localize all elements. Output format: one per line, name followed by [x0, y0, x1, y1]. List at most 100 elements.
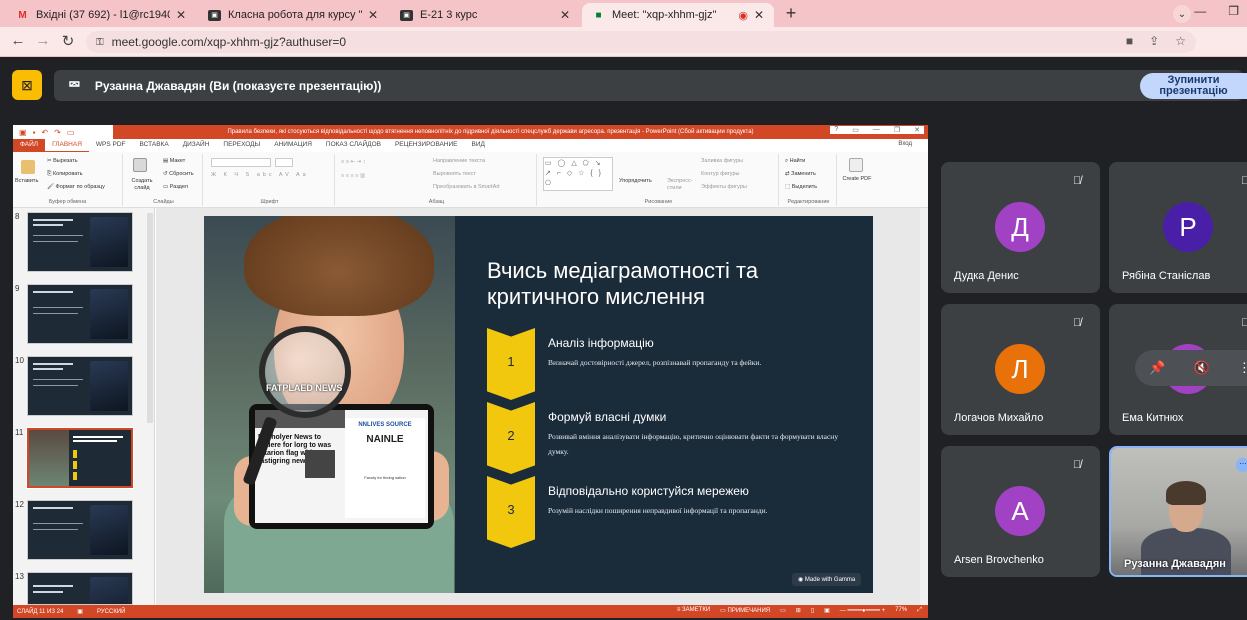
layout-button[interactable]: ▤ Макет [163, 158, 185, 164]
sorter-view-icon[interactable]: ⊞ [796, 607, 801, 614]
save-icon[interactable]: ▪ [33, 128, 36, 137]
tab-transitions[interactable]: ПЕРЕХОДЫ [216, 139, 267, 152]
slide-thumbnail[interactable] [27, 572, 133, 605]
participant-tile[interactable]: 🎙̸ Р Рябіна Станіслав [1109, 162, 1247, 293]
url-input[interactable]: ⚿ meet.google.com/xqp-xhhm-gjz?authuser=… [86, 31, 1196, 53]
smartart-button[interactable]: Преобразовать в SmartArt [433, 184, 500, 190]
more-options-icon[interactable]: ⋮ [1238, 360, 1247, 376]
create-pdf-button[interactable]: Create PDF [841, 176, 873, 183]
participant-tile[interactable]: 🎙̸ Д Дудка Денис [941, 162, 1100, 293]
login-link[interactable]: Вход [898, 141, 912, 147]
more-icon[interactable]: ⋯ [1236, 458, 1247, 472]
stop-presenting-button[interactable]: Зупинити презентацію [1140, 73, 1247, 99]
tab-meet[interactable]: ■ Meet: "xqp-xhhm-gjz" ◉ ✕ [582, 3, 774, 27]
help-icon[interactable]: ? [834, 126, 838, 134]
arrange-button[interactable]: Упорядочить [619, 178, 652, 184]
chevron-down-icon[interactable]: ⌄ [1173, 5, 1191, 23]
slideshow-view-icon[interactable]: ▣ [824, 607, 830, 614]
find-button[interactable]: ⌕ Найти [785, 158, 805, 165]
align-buttons[interactable]: ≡ ≡ ≡ ≡ ▥ [341, 173, 365, 179]
new-slide-icon[interactable] [133, 158, 147, 172]
minimize-icon[interactable]: — [873, 126, 880, 134]
close-icon[interactable]: ✕ [368, 8, 378, 22]
cut-button[interactable]: ✂ Вырезать [47, 158, 78, 164]
tab-classroom[interactable]: ▣ Класна робота для курсу "Е-21 ✕ [198, 3, 388, 27]
tab-view[interactable]: ВИД [464, 139, 491, 152]
slide-thumbnail[interactable] [27, 500, 133, 560]
self-video-tile[interactable]: Рузанна Джавадян [1109, 446, 1247, 577]
tab-file[interactable]: ФАЙЛ [13, 139, 46, 152]
reading-view-icon[interactable]: ▯ [811, 607, 814, 614]
shape-outline-button[interactable]: Контур фигуры [701, 171, 739, 177]
copy-button[interactable]: ⎘ Копировать [47, 171, 83, 178]
slide-thumbnail[interactable] [27, 284, 133, 344]
close-icon[interactable]: ✕ [754, 8, 764, 22]
fit-slide-icon[interactable]: ⤢ [917, 607, 922, 614]
slide-thumbnail[interactable] [27, 356, 133, 416]
tab-animation[interactable]: АНИМАЦИЯ [267, 139, 319, 152]
slide-thumbnail[interactable] [27, 212, 133, 272]
participant-tile[interactable]: 🎙̸ Е 📌 🔇 ⋮ Ема Китнюх [1109, 304, 1247, 435]
camera-icon[interactable]: ■ [1126, 34, 1133, 48]
tab-e21[interactable]: ▣ Е-21 3 курс ✕ [390, 3, 580, 27]
participant-tile[interactable]: 🎙̸ A Arsen Brovchenko [941, 446, 1100, 577]
spellcheck-icon[interactable]: ▣ [77, 608, 83, 615]
redo-icon[interactable]: ↷ [54, 128, 61, 137]
close-icon[interactable]: ✕ [176, 8, 186, 22]
quick-styles-button[interactable]: Экспресс-стили [667, 178, 699, 192]
slide-canvas[interactable]: Net holyer News to Ordere for lorg to wa… [204, 216, 873, 593]
mute-icon[interactable]: 🔇 [1193, 360, 1209, 376]
section-button[interactable]: ▭ Раздел [163, 184, 188, 190]
tab-gmail[interactable]: M Вхідні (37 692) - l1@rc1940.ukr.n ✕ [6, 3, 196, 27]
tab-review[interactable]: РЕЦЕНЗИРОВАНИЕ [388, 139, 465, 152]
zoom-level[interactable]: 77% [895, 607, 907, 614]
tab-slideshow[interactable]: ПОКАЗ СЛАЙДОВ [319, 139, 388, 152]
align-text-button[interactable]: Выровнять текст [433, 171, 476, 177]
font-format-buttons[interactable]: Ж К Ч S abc AV Aa [211, 172, 309, 178]
reload-icon[interactable]: ↻ [58, 32, 78, 50]
tab-insert[interactable]: ВСТАВКА [133, 139, 176, 152]
normal-view-icon[interactable]: ▭ [780, 607, 786, 614]
back-icon[interactable]: ← [8, 32, 28, 49]
new-tab-icon[interactable]: + [780, 3, 802, 24]
tab-home[interactable]: ГЛАВНАЯ [45, 139, 89, 152]
pin-icon[interactable]: 📌 [1149, 360, 1165, 376]
replace-button[interactable]: ⇄ Заменить [785, 171, 816, 177]
shape-fill-button[interactable]: Заливка фигуры [701, 158, 743, 164]
new-slide-button[interactable]: Создать слайд [127, 178, 157, 192]
language[interactable]: РУССКИЙ [97, 609, 125, 615]
reset-button[interactable]: ↺ Сбросить [163, 171, 194, 177]
close-icon[interactable]: ✕ [560, 8, 570, 22]
thumbnail-scrollbar[interactable] [147, 213, 153, 423]
slideshow-icon[interactable]: ▭ [67, 128, 75, 137]
text-direction-button[interactable]: Направление текста [433, 158, 485, 164]
pdf-icon[interactable] [849, 158, 863, 172]
tab-design[interactable]: ДИЗАЙН [176, 139, 217, 152]
slide-thumbnails-pane[interactable]: 8 9 10 11 12 13 [13, 208, 155, 605]
font-size-input[interactable] [275, 158, 293, 167]
share-icon[interactable]: ⇪ [1149, 34, 1159, 48]
slide-thumbnail-selected[interactable] [26, 427, 134, 489]
format-painter-button[interactable]: 🖌 Формат по образцу [47, 184, 105, 190]
shape-effects-button[interactable]: Эффекты фигуры [701, 184, 747, 190]
restore-icon[interactable]: ❐ [894, 126, 900, 134]
tab-wps-pdf[interactable]: WPS PDF [89, 139, 133, 152]
font-name-input[interactable] [211, 158, 271, 167]
list-buttons[interactable]: ≡ ≡ ⇤ ⇥ ↕ [341, 159, 366, 165]
select-button[interactable]: ⬚ Выделить [785, 184, 817, 190]
undo-icon[interactable]: ↶ [41, 128, 48, 137]
forward-icon[interactable]: → [33, 32, 53, 49]
notes-button[interactable]: ≡ ЗАМЕТКИ [677, 607, 710, 614]
paste-button[interactable]: Вставить [15, 178, 38, 184]
participant-tile[interactable]: 🎙̸ Л Логачов Михайло [941, 304, 1100, 435]
bookmark-star-icon[interactable]: ☆ [1175, 34, 1186, 48]
shapes-gallery[interactable]: ▭ ◯ △ ⬠ ↘ ↗ ⌐ ◇ ☆ { } ⎔ [543, 157, 613, 191]
close-icon[interactable]: ✕ [914, 126, 920, 134]
paste-icon[interactable] [21, 160, 35, 174]
present-icon[interactable]: ⊠ [12, 70, 42, 100]
zoom-slider[interactable]: — ━━━━●━━━━ + [840, 607, 885, 614]
comments-button[interactable]: ▭ ПРИМЕЧАНИЯ [720, 607, 770, 614]
minimize-icon[interactable]: — [1194, 4, 1206, 18]
site-info-icon[interactable]: ⚿ [96, 37, 104, 48]
ribbon-options-icon[interactable]: ▭ [852, 126, 859, 134]
